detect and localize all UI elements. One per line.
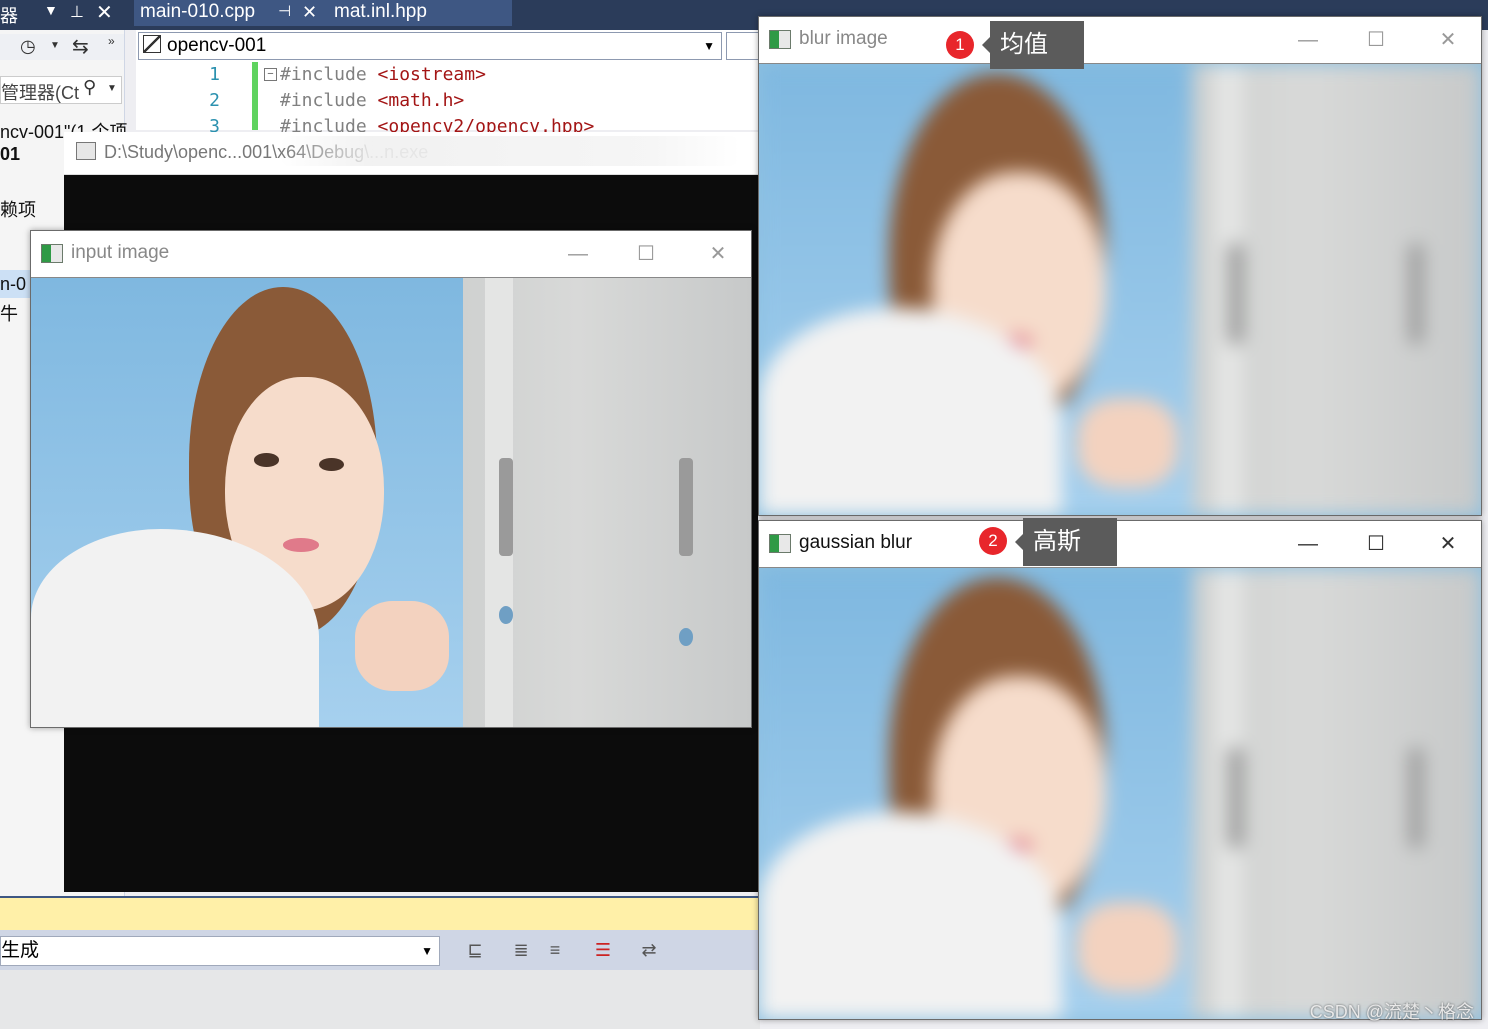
annotation-label-gaussian: 高斯 xyxy=(1015,518,1117,566)
output-source-dropdown[interactable]: 生成 ▼ xyxy=(0,936,440,966)
close-icon[interactable]: ✕ xyxy=(703,239,733,269)
dependencies-node[interactable]: 赖项 xyxy=(0,196,36,222)
solution-explorer-header: 器 ▼ ⊥ ✕ xyxy=(0,0,124,30)
project-node[interactable]: 01 xyxy=(0,144,20,165)
dropdown-icon[interactable]: ▼ xyxy=(44,2,58,18)
solution-search-input[interactable]: 管理器(Ct ⚲ ▼ xyxy=(0,76,122,104)
chevron-down-icon[interactable]: ▼ xyxy=(107,83,117,94)
close-icon[interactable]: ✕ xyxy=(1433,529,1463,559)
annotation-badge-2: 2 xyxy=(979,527,1007,555)
project-icon xyxy=(143,35,161,53)
title-bar[interactable]: gaussian blur — ☐ ✕ xyxy=(759,521,1481,567)
collapse-icon[interactable]: − xyxy=(264,68,277,81)
code-line[interactable]: #include <math.h> xyxy=(280,90,464,111)
code-line[interactable]: #include <iostream> xyxy=(280,64,486,85)
line-number: 2 xyxy=(209,90,220,111)
gaussian-blur-window[interactable]: gaussian blur — ☐ ✕ xyxy=(758,520,1482,1020)
maximize-icon[interactable]: ☐ xyxy=(1361,529,1391,559)
maximize-icon[interactable]: ☐ xyxy=(1361,25,1391,55)
project-dropdown[interactable]: opencv-001 ▼ xyxy=(138,32,722,60)
console-icon xyxy=(76,142,96,160)
overflow-icon[interactable]: » xyxy=(108,34,115,48)
word-wrap-icon[interactable]: ⇄ xyxy=(636,938,662,962)
pin-icon[interactable]: ⊣ xyxy=(278,0,291,24)
minimize-icon[interactable]: — xyxy=(1293,25,1323,55)
input-image xyxy=(31,277,751,727)
solution-toolbar: ◷ ▼ ⇆ » xyxy=(0,34,124,60)
info-bar xyxy=(0,896,760,932)
history-icon[interactable]: ◷ xyxy=(20,36,36,57)
go-to-line-icon[interactable]: ⊑ xyxy=(462,938,488,962)
close-icon[interactable]: ✕ xyxy=(96,0,113,25)
pin-icon[interactable]: ⊥ xyxy=(70,2,84,22)
close-icon[interactable]: ✕ xyxy=(302,0,317,24)
minimize-icon[interactable]: — xyxy=(563,239,593,269)
previous-message-icon[interactable]: ≣ xyxy=(508,938,534,962)
tab-mat-inl-hpp[interactable]: mat.inl.hpp xyxy=(328,0,512,26)
file-node[interactable]: 牛 xyxy=(0,300,18,326)
redaction-mask xyxy=(280,136,740,166)
window-icon xyxy=(769,534,791,553)
tab-label: main-010.cpp xyxy=(140,1,256,22)
blur-image-window[interactable]: blur image — ☐ ✕ xyxy=(758,16,1482,516)
window-icon xyxy=(41,244,63,263)
scope-dropdown[interactable] xyxy=(726,32,762,60)
tab-main-010-cpp[interactable]: main-010.cpp ⊣ ✕ xyxy=(134,0,336,26)
search-icon[interactable]: ⚲ xyxy=(83,77,97,98)
solution-explorer-title: 器 xyxy=(0,6,18,26)
annotation-badge-1: 1 xyxy=(946,31,974,59)
project-name: opencv-001 xyxy=(167,35,267,56)
chevron-down-icon[interactable]: ▼ xyxy=(50,40,60,51)
close-icon[interactable]: ✕ xyxy=(1433,25,1463,55)
window-title: gaussian blur xyxy=(799,532,913,553)
title-bar[interactable]: input image — ☐ ✕ xyxy=(31,231,751,277)
chevron-down-icon: ▼ xyxy=(421,944,433,958)
search-placeholder: 管理器(Ct xyxy=(1,83,79,103)
input-image-window[interactable]: input image — ☐ ✕ xyxy=(30,230,752,728)
watermark: CSDN @流楚丶格念 xyxy=(1309,1002,1474,1022)
minimize-icon[interactable]: — xyxy=(1293,529,1323,559)
line-number: 1 xyxy=(209,64,220,85)
sync-icon[interactable]: ⇆ xyxy=(72,34,89,59)
window-icon xyxy=(769,30,791,49)
clear-all-icon[interactable]: ☰ xyxy=(590,938,616,962)
change-indicator xyxy=(252,62,258,130)
output-source-value: 生成 xyxy=(1,940,40,961)
title-bar[interactable]: blur image — ☐ ✕ xyxy=(759,17,1481,63)
window-title: input image xyxy=(71,242,170,263)
next-message-icon[interactable]: ≡ xyxy=(542,938,568,962)
chevron-down-icon: ▼ xyxy=(703,39,715,53)
annotation-label-mean: 均值 xyxy=(982,21,1084,69)
blur-image xyxy=(759,63,1481,515)
status-area xyxy=(0,970,760,1029)
tab-label: mat.inl.hpp xyxy=(334,1,427,22)
gaussian-blur-image xyxy=(759,567,1481,1019)
source-file-node[interactable]: n-0 xyxy=(0,274,26,295)
window-title: blur image xyxy=(799,28,888,49)
maximize-icon[interactable]: ☐ xyxy=(631,239,661,269)
